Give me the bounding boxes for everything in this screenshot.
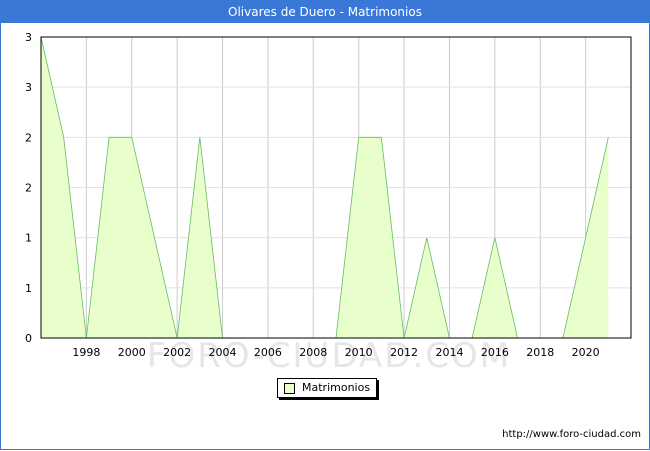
x-tick-label: 2020	[572, 346, 600, 359]
y-tick-label: 3	[25, 31, 32, 44]
legend: Matrimonios	[277, 378, 377, 398]
y-tick-label: 2	[25, 182, 32, 195]
source-link[interactable]: http://www.foro-ciudad.com	[502, 429, 641, 440]
y-tick-label: 3	[25, 81, 32, 94]
x-tick-label: 2012	[390, 346, 418, 359]
x-tick-label: 2006	[254, 346, 282, 359]
x-tick-label: 2018	[526, 346, 554, 359]
x-tick-label: 1998	[72, 346, 100, 359]
legend-label: Matrimonios	[302, 381, 371, 394]
y-tick-label: 0	[25, 332, 32, 345]
y-tick-label: 1	[25, 232, 32, 245]
x-tick-label: 2010	[345, 346, 373, 359]
y-axis-ticks: 0 1 1 2 2 3 3	[25, 31, 32, 345]
x-tick-label: 2000	[118, 346, 146, 359]
y-tick-label: 2	[25, 131, 32, 144]
x-tick-label: 2014	[435, 346, 463, 359]
chart-frame: Olivares de Duero - Matrimonios FORO-CIU…	[0, 0, 650, 450]
legend-swatch	[284, 383, 295, 394]
x-tick-label: 2002	[163, 346, 191, 359]
x-tick-label: 2008	[299, 346, 327, 359]
y-tick-label: 1	[25, 282, 32, 295]
x-tick-label: 2004	[209, 346, 237, 359]
x-tick-label: 2016	[481, 346, 509, 359]
